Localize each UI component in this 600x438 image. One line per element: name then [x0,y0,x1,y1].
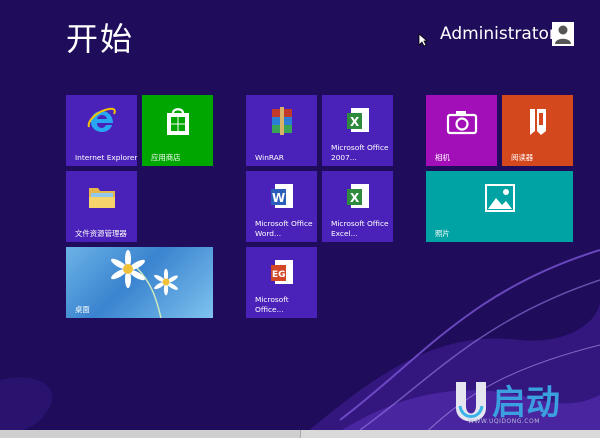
tile-camera[interactable]: 相机 [426,95,497,166]
photos-icon [484,184,515,212]
svg-text:X: X [350,115,360,129]
internet-explorer-icon [87,107,116,132]
tile-desktop[interactable]: 桌面 [66,247,213,318]
watermark-url: WWW.UQIDONG.COM [468,418,540,425]
tile-label: 相机 [435,152,450,162]
excel-icon: X [346,108,369,132]
tile-label: Microsoft Office 2007... [331,143,389,162]
tile-winrar[interactable]: WinRAR [246,95,317,166]
tile-reader[interactable]: 阅读器 [502,95,573,166]
start-title: 开始 [66,20,135,58]
tile-label: WinRAR [255,152,284,162]
folder-icon [88,188,115,208]
tile-label: 照片 [435,228,450,238]
horizontal-scrollbar[interactable] [0,430,600,438]
tile-label: Microsoft Office... [255,295,289,314]
tile-label: 桌面 [75,304,90,314]
tile-label: Microsoft Office Excel... [331,219,389,238]
tile-label: 文件资源管理器 [75,228,127,238]
user-icon [555,25,571,44]
tile-office-word[interactable]: W Microsoft Office Word... [246,171,317,242]
camera-icon [446,111,477,135]
tile-file-explorer[interactable]: 文件资源管理器 [66,171,137,242]
tile-store[interactable]: 应用商店 [142,95,213,166]
winrar-icon [271,107,292,135]
tile-internet-explorer[interactable]: Internet Explorer [66,95,137,166]
store-bag-icon [166,108,189,135]
user-avatar[interactable] [552,22,574,46]
tile-label: Internet Explorer [75,152,138,162]
mouse-cursor-icon [418,33,428,47]
powerpoint-icon: EG [270,260,293,284]
svg-text:EG: EG [272,270,286,280]
tile-office-powerpoint[interactable]: EG Microsoft Office... [246,247,317,318]
svg-text:X: X [350,191,360,205]
tile-label: 应用商店 [151,152,181,162]
word-icon: W [270,184,293,208]
reader-icon [529,109,546,135]
svg-text:W: W [272,191,285,205]
excel-icon: X [346,184,369,208]
tile-office-excel[interactable]: X Microsoft Office Excel... [322,171,393,242]
user-name[interactable]: Administrator [440,24,556,44]
scrollbar-thumb[interactable] [0,430,301,438]
tile-label: 阅读器 [511,152,534,162]
tile-photos[interactable]: 照片 [426,171,573,242]
tile-label: Microsoft Office Word... [255,219,313,238]
watermark-text: 启动 [492,383,560,423]
tile-office-excel-2007[interactable]: X Microsoft Office 2007... [322,95,393,166]
